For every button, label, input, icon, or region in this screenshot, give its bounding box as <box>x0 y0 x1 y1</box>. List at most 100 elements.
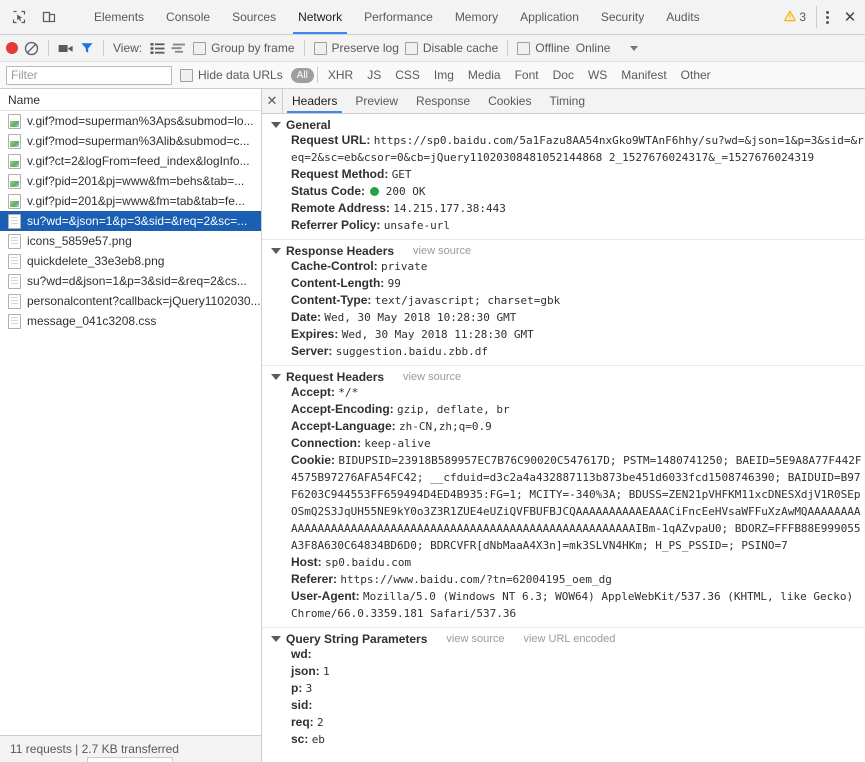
request-name: icons_5859e57.png <box>27 234 132 248</box>
request-url-row: Request URL: https://sp0.baidu.com/5a1Fa… <box>262 132 865 166</box>
query-param-key: p: <box>291 681 303 695</box>
response-view-source-link[interactable]: view source <box>413 245 471 257</box>
table-row[interactable]: quickdelete_33e3eb8.png <box>0 251 261 271</box>
filter-input[interactable] <box>6 65 172 85</box>
qsp-view-url-encoded-link[interactable]: view URL encoded <box>523 633 615 645</box>
throttling-select[interactable]: Online <box>576 41 639 55</box>
table-row[interactable]: personalcontent?callback=jQuery1102030..… <box>0 291 261 311</box>
table-row-selected[interactable]: su?wd=&json=1&p=3&sid=&req=2&sc=... <box>0 211 261 231</box>
qsp-view-source-link[interactable]: view source <box>446 633 504 645</box>
tab-security[interactable]: Security <box>590 0 655 34</box>
toolbar-divider <box>507 40 509 56</box>
table-row[interactable]: icons_5859e57.png <box>0 231 261 251</box>
view-waterfall-icon[interactable] <box>171 42 187 55</box>
detail-tabbar: ✕ Headers Preview Response Cookies Timin… <box>262 89 865 114</box>
type-filter-img[interactable]: Img <box>427 67 461 83</box>
warning-count-badge[interactable]: 3 <box>778 10 812 25</box>
type-filter-other[interactable]: Other <box>674 67 718 83</box>
checkbox-box[interactable] <box>517 41 531 55</box>
referrer-policy-key: Referrer Policy: <box>291 218 381 232</box>
tab-audits[interactable]: Audits <box>655 0 710 34</box>
referrer-policy-value: unsafe-url <box>383 219 450 232</box>
checkbox-box[interactable] <box>180 68 193 82</box>
table-row[interactable]: su?wd=d&json=1&p=3&sid=&req=2&cs... <box>0 271 261 291</box>
table-row[interactable]: v.gif?mod=superman%3Alib&submod=c... <box>0 131 261 151</box>
inspect-element-icon[interactable] <box>8 6 30 28</box>
header-value: zh-CN,zh;q=0.9 <box>399 420 492 433</box>
group-by-frame-checkbox[interactable]: Group by frame <box>193 41 295 55</box>
tab-sources[interactable]: Sources <box>221 0 287 34</box>
tab-console[interactable]: Console <box>155 0 221 34</box>
tab-headers[interactable]: Headers <box>283 89 346 113</box>
chevron-down-icon <box>630 45 639 51</box>
table-row[interactable]: v.gif?pid=201&pj=www&fm=behs&tab=... <box>0 171 261 191</box>
hide-data-urls-checkbox[interactable]: Hide data URLs <box>180 68 283 82</box>
type-filter-manifest[interactable]: Manifest <box>614 67 673 83</box>
tab-preview[interactable]: Preview <box>346 89 407 113</box>
tab-response[interactable]: Response <box>407 89 479 113</box>
devtools-more-menu-icon[interactable] <box>816 6 837 28</box>
header-row: Content-Length: 99 <box>262 275 865 292</box>
header-key: Server: <box>291 344 333 358</box>
tab-cookies-label: Cookies <box>488 94 532 108</box>
clear-network-log-icon[interactable] <box>24 41 39 56</box>
query-string-section-header[interactable]: Query String Parameters view source view… <box>262 632 865 646</box>
type-filter-ws[interactable]: WS <box>581 67 614 83</box>
tab-timing[interactable]: Timing <box>540 89 594 113</box>
type-filter-js[interactable]: JS <box>360 67 388 83</box>
header-value: text/javascript; charset=gbk <box>374 294 561 307</box>
type-filter-font[interactable]: Font <box>508 67 546 83</box>
header-key: Accept: <box>291 385 336 399</box>
filter-funnel-icon[interactable] <box>80 41 94 55</box>
tab-network[interactable]: Network <box>287 0 353 34</box>
tab-application[interactable]: Application <box>509 0 590 34</box>
close-devtools-icon[interactable]: ✕ <box>839 6 861 28</box>
query-param-row: wd: <box>262 646 865 663</box>
tab-performance[interactable]: Performance <box>353 0 444 34</box>
close-detail-icon[interactable]: ✕ <box>262 89 283 113</box>
response-headers-section-header[interactable]: Response Headers view source <box>262 244 865 258</box>
request-list[interactable]: v.gif?mod=superman%3Aps&submod=lo... v.g… <box>0 111 261 735</box>
offline-checkbox[interactable]: Offline <box>517 41 570 55</box>
capture-screenshots-icon[interactable] <box>58 42 74 55</box>
type-filter-xhr[interactable]: XHR <box>321 67 360 83</box>
general-section-header[interactable]: General <box>262 118 865 132</box>
toggle-device-toolbar-icon[interactable] <box>38 6 60 28</box>
network-body: Name v.gif?mod=superman%3Aps&submod=lo..… <box>0 89 865 762</box>
request-view-source-link[interactable]: view source <box>403 371 461 383</box>
type-filter-media[interactable]: Media <box>461 67 508 83</box>
request-name: su?wd=d&json=1&p=3&sid=&req=2&cs... <box>27 274 247 288</box>
header-row: Accept-Language: zh-CN,zh;q=0.9 <box>262 418 865 435</box>
type-filter-css[interactable]: CSS <box>388 67 427 83</box>
throttling-value-label: Online <box>575 41 611 55</box>
tab-memory[interactable]: Memory <box>444 0 509 34</box>
header-key: Accept-Encoding: <box>291 402 394 416</box>
response-headers-section: Response Headers view source Cache-Contr… <box>262 240 865 366</box>
table-row[interactable]: message_041c3208.css <box>0 311 261 331</box>
request-headers-section-header[interactable]: Request Headers view source <box>262 370 865 384</box>
type-filter-all[interactable]: All <box>290 67 314 83</box>
bottom-drawer-handle[interactable] <box>87 757 173 762</box>
tab-cookies[interactable]: Cookies <box>479 89 540 113</box>
query-param-key: json: <box>291 664 320 678</box>
table-row[interactable]: v.gif?ct=2&logFrom=feed_index&logInfo... <box>0 151 261 171</box>
checkbox-box[interactable] <box>404 41 418 55</box>
type-filter-doc[interactable]: Doc <box>546 67 581 83</box>
record-network-log-icon[interactable] <box>6 42 18 54</box>
header-value: https://www.baidu.com/?tn=62004195_oem_d… <box>340 573 612 586</box>
column-header-name: Name <box>8 92 41 107</box>
tab-elements-label: Elements <box>94 10 145 24</box>
table-row[interactable]: v.gif?mod=superman%3Aps&submod=lo... <box>0 111 261 131</box>
checkbox-box[interactable] <box>193 41 207 55</box>
tab-elements[interactable]: Elements <box>83 0 155 34</box>
header-value: suggestion.baidu.zbb.df <box>335 345 489 358</box>
view-list-icon[interactable] <box>150 42 165 55</box>
checkbox-box[interactable] <box>313 41 327 55</box>
preserve-log-checkbox[interactable]: Preserve log <box>313 41 399 55</box>
table-row[interactable]: v.gif?pid=201&pj=www&fm=tab&tab=fe... <box>0 191 261 211</box>
disable-cache-checkbox[interactable]: Disable cache <box>404 41 498 55</box>
document-file-icon <box>8 293 21 309</box>
tab-performance-label: Performance <box>364 10 433 24</box>
request-name: personalcontent?callback=jQuery1102030..… <box>27 294 261 308</box>
query-param-value: 1 <box>323 665 330 678</box>
